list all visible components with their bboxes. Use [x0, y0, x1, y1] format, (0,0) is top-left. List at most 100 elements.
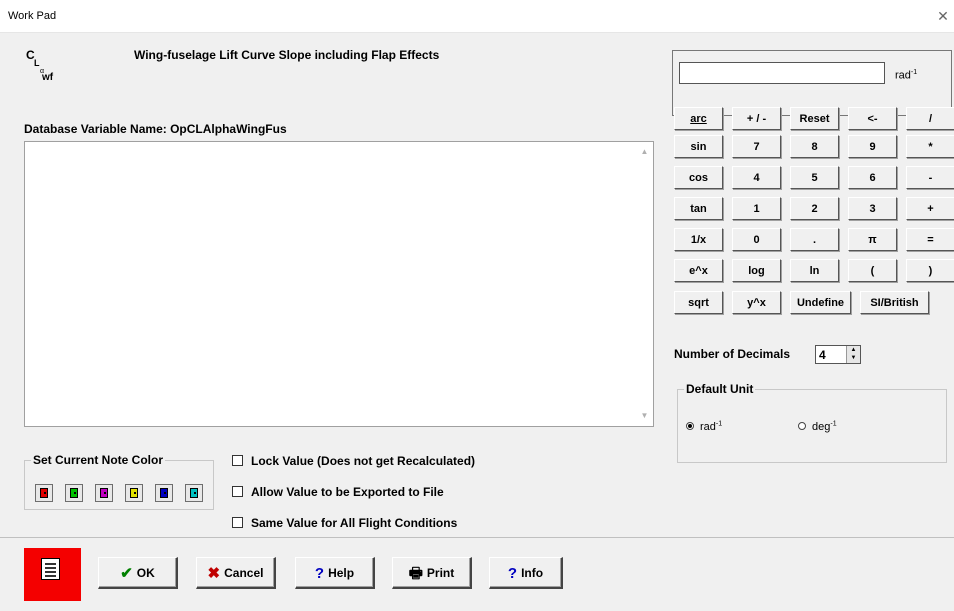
default-unit-label: Default Unit — [684, 382, 756, 396]
same-value-box[interactable] — [232, 517, 243, 528]
calc-key-3[interactable]: 3 — [848, 197, 897, 220]
allow-export-checkbox[interactable]: Allow Value to be Exported to File — [232, 485, 444, 499]
lock-value-checkbox[interactable]: Lock Value (Does not get Recalculated) — [232, 454, 475, 468]
calc-key-7[interactable]: 7 — [732, 135, 781, 158]
notebook-icon — [41, 558, 60, 580]
calc-key-tan[interactable]: tan — [674, 197, 723, 220]
title-bar: Work Pad ✕ — [0, 0, 954, 33]
calculator-unit: rad-1 — [895, 69, 918, 82]
note-color-yellow-button[interactable] — [125, 484, 143, 502]
calc-key-sqrt[interactable]: sqrt — [674, 291, 723, 314]
calc-key-1[interactable]: 1 — [732, 197, 781, 220]
close-button[interactable]: ✕ — [932, 4, 954, 28]
calc-key-si-british[interactable]: SI/British — [860, 291, 929, 314]
calc-key-reset[interactable]: Reset — [790, 107, 839, 130]
notebook-button[interactable] — [24, 548, 81, 601]
variable-title: Wing-fuselage Lift Curve Slope including… — [134, 48, 440, 62]
note-color-blue-button[interactable] — [155, 484, 173, 502]
help-label: Help — [328, 566, 355, 580]
calc-key-log[interactable]: log — [732, 259, 781, 282]
note-color-magenta-button[interactable] — [95, 484, 113, 502]
allow-export-label: Allow Value to be Exported to File — [251, 485, 444, 499]
notes-textarea[interactable]: ▲ ▼ — [24, 141, 654, 427]
info-label: Info — [521, 566, 544, 580]
cyan-note-icon — [190, 488, 198, 498]
spin-up-icon[interactable]: ▲ — [847, 346, 860, 354]
ok-label: OK — [136, 566, 155, 580]
radio-deg-dot[interactable] — [798, 421, 806, 430]
calc-key-8[interactable]: 8 — [790, 135, 839, 158]
decimals-label: Number of Decimals — [674, 347, 791, 361]
allow-export-box[interactable] — [232, 486, 243, 497]
checkmark-icon: ✔ — [120, 565, 133, 582]
notes-scrollbar[interactable]: ▲ ▼ — [636, 142, 653, 426]
ok-button[interactable]: ✔ OK — [98, 557, 178, 589]
calc-key-2[interactable]: 2 — [790, 197, 839, 220]
x-icon: ✖ — [207, 565, 221, 582]
blue-note-icon — [160, 488, 168, 498]
note-color-green-button[interactable] — [65, 484, 83, 502]
decimals-value[interactable]: 4 — [819, 348, 826, 362]
calc-key-y-x[interactable]: y^x — [732, 291, 781, 314]
red-note-icon — [40, 488, 48, 498]
calc-key-0[interactable]: 0 — [732, 228, 781, 251]
calc-key-9[interactable]: 9 — [848, 135, 897, 158]
note-color-group: Set Current Note Color — [24, 453, 214, 510]
scroll-down-icon[interactable]: ▼ — [636, 408, 653, 424]
calc-key-[interactable]: * — [906, 135, 954, 158]
calc-key-undefine[interactable]: Undefine — [790, 291, 851, 314]
calc-key-arc[interactable]: arc — [674, 107, 723, 130]
calc-key-[interactable]: + / - — [732, 107, 781, 130]
cancel-button[interactable]: ✖ Cancel — [196, 557, 276, 589]
question-icon: ? — [507, 565, 518, 582]
calc-key-e-x[interactable]: e^x — [674, 259, 723, 282]
work-pad-window: Work Pad ✕ C L α wf Wing-fuselage Lift C… — [0, 0, 954, 611]
radio-rad[interactable]: rad-1 — [686, 420, 722, 433]
note-color-label: Set Current Note Color — [31, 453, 166, 467]
radio-deg[interactable]: deg-1 — [798, 420, 837, 433]
calc-key-1-x[interactable]: 1/x — [674, 228, 723, 251]
calc-key-[interactable]: π — [848, 228, 897, 251]
calc-key-[interactable]: + — [906, 197, 954, 220]
calc-key-[interactable]: <- — [848, 107, 897, 130]
calc-key-sin[interactable]: sin — [674, 135, 723, 158]
green-note-icon — [70, 488, 78, 498]
radio-deg-label: deg-1 — [812, 420, 837, 433]
radio-rad-label: rad-1 — [700, 420, 723, 433]
same-value-label: Same Value for All Flight Conditions — [251, 516, 458, 530]
same-value-checkbox[interactable]: Same Value for All Flight Conditions — [232, 516, 457, 530]
info-button[interactable]: ? Info — [489, 557, 563, 589]
calc-key-[interactable]: - — [906, 166, 954, 189]
calc-key-[interactable]: ) — [906, 259, 954, 282]
default-unit-group: Default Unit rad-1 deg-1 — [677, 382, 947, 463]
spin-down-icon[interactable]: ▼ — [847, 354, 860, 362]
calc-key-[interactable]: ( — [848, 259, 897, 282]
database-variable-name: Database Variable Name: OpCLAlphaWingFus — [24, 122, 287, 136]
calc-key-[interactable]: / — [906, 107, 954, 130]
scroll-up-icon[interactable]: ▲ — [636, 144, 653, 160]
calc-key-ln[interactable]: ln — [790, 259, 839, 282]
question-icon: ? — [314, 565, 325, 582]
symbol-wf: wf — [42, 72, 54, 83]
calc-key-4[interactable]: 4 — [732, 166, 781, 189]
magenta-note-icon — [100, 488, 108, 498]
note-color-cyan-button[interactable] — [185, 484, 203, 502]
symbol-l: L — [34, 58, 40, 68]
calc-key-cos[interactable]: cos — [674, 166, 723, 189]
yellow-note-icon — [130, 488, 138, 498]
decimals-spin-buttons[interactable]: ▲ ▼ — [846, 346, 860, 363]
cancel-label: Cancel — [224, 566, 264, 580]
calc-key-5[interactable]: 5 — [790, 166, 839, 189]
printer-icon: 🖶 — [408, 565, 423, 582]
calc-key-[interactable]: = — [906, 228, 954, 251]
help-button[interactable]: ? Help — [295, 557, 375, 589]
radio-rad-dot[interactable] — [686, 421, 694, 430]
lock-value-box[interactable] — [232, 455, 243, 466]
calc-key-6[interactable]: 6 — [848, 166, 897, 189]
lock-value-label: Lock Value (Does not get Recalculated) — [251, 454, 476, 468]
note-color-red-button[interactable] — [35, 484, 53, 502]
decimals-spinner[interactable]: 4 ▲ ▼ — [815, 345, 861, 364]
calculator-display[interactable] — [679, 62, 885, 84]
print-button[interactable]: 🖶 Print — [392, 557, 472, 589]
calc-key-[interactable]: . — [790, 228, 839, 251]
